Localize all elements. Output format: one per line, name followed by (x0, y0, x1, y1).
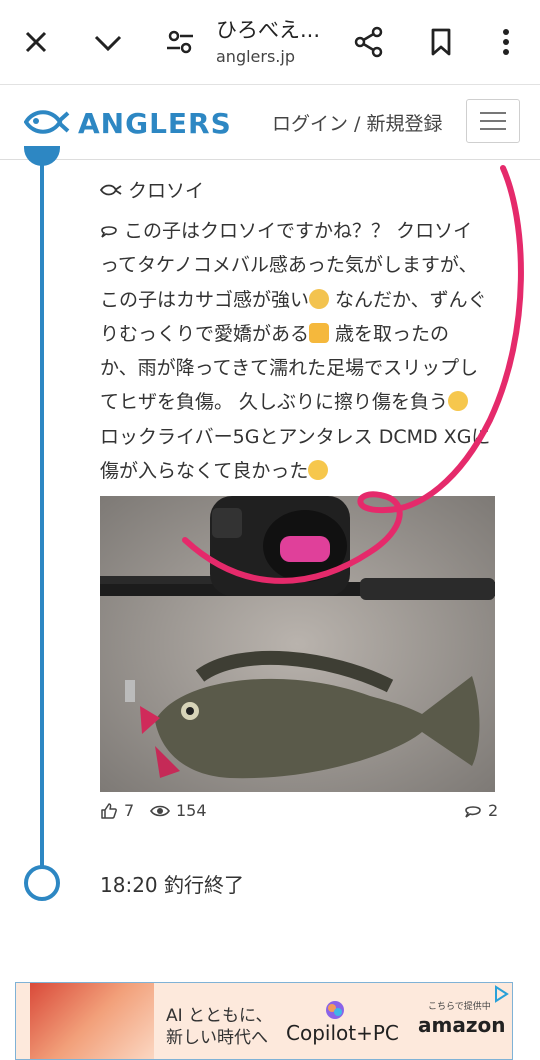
view-count: 154 (150, 801, 207, 820)
anglers-fish-logo-icon[interactable] (24, 105, 70, 139)
menu-bar (480, 112, 506, 114)
page-title: ひろべえ... (216, 18, 321, 42)
login-signup-link[interactable]: ログイン / 新規登録 (272, 109, 442, 136)
thumbs-up-icon (101, 802, 117, 819)
timeline-line (40, 159, 44, 871)
comment-icon (465, 805, 481, 818)
close-icon[interactable] (18, 24, 54, 60)
page-title-block[interactable]: ひろべえ... anglers.jp (216, 16, 346, 68)
bookmark-icon[interactable] (423, 24, 459, 60)
copilot-logo-icon (326, 1001, 344, 1019)
page-url: anglers.jp (216, 47, 295, 66)
site-settings-icon[interactable] (162, 24, 198, 60)
like-count[interactable]: 7 (100, 801, 134, 820)
comment-count[interactable]: 2 (464, 801, 498, 820)
ad-banner[interactable]: AI とともに、 新しい時代へ Copilot+PC こちらで提供中 amazo… (15, 982, 513, 1060)
hand-drawn-annotation (182, 165, 524, 584)
timeline-dot (24, 146, 60, 166)
ad-provider-note: こちらで提供中 (428, 1002, 491, 1012)
ad-headline-2: 新しい時代へ (166, 1028, 268, 1048)
fishing-end-label: 18:20 釣行終了 (100, 873, 244, 897)
fish-icon (100, 184, 122, 195)
ad-brand-text: Copilot+PC (286, 1021, 399, 1045)
ad-choices-icon[interactable] (492, 985, 510, 1003)
ad-store-logo: amazon (418, 1013, 506, 1037)
menu-bar (480, 128, 506, 130)
eye-icon (150, 805, 170, 816)
speech-bubble-icon (101, 226, 117, 238)
share-icon[interactable] (351, 24, 387, 60)
timeline-end-dot (24, 865, 60, 901)
more-options-icon[interactable] (488, 24, 524, 60)
chevron-down-icon[interactable] (90, 24, 126, 60)
site-logo-text[interactable]: ANGLERS (78, 107, 232, 140)
hamburger-menu-button[interactable] (466, 99, 520, 143)
ad-laptop-image (30, 983, 154, 1059)
browser-toolbar: ひろべえ... anglers.jp (0, 0, 540, 85)
site-header: ANGLERS ログイン / 新規登録 (0, 85, 540, 160)
menu-bar (480, 120, 506, 122)
